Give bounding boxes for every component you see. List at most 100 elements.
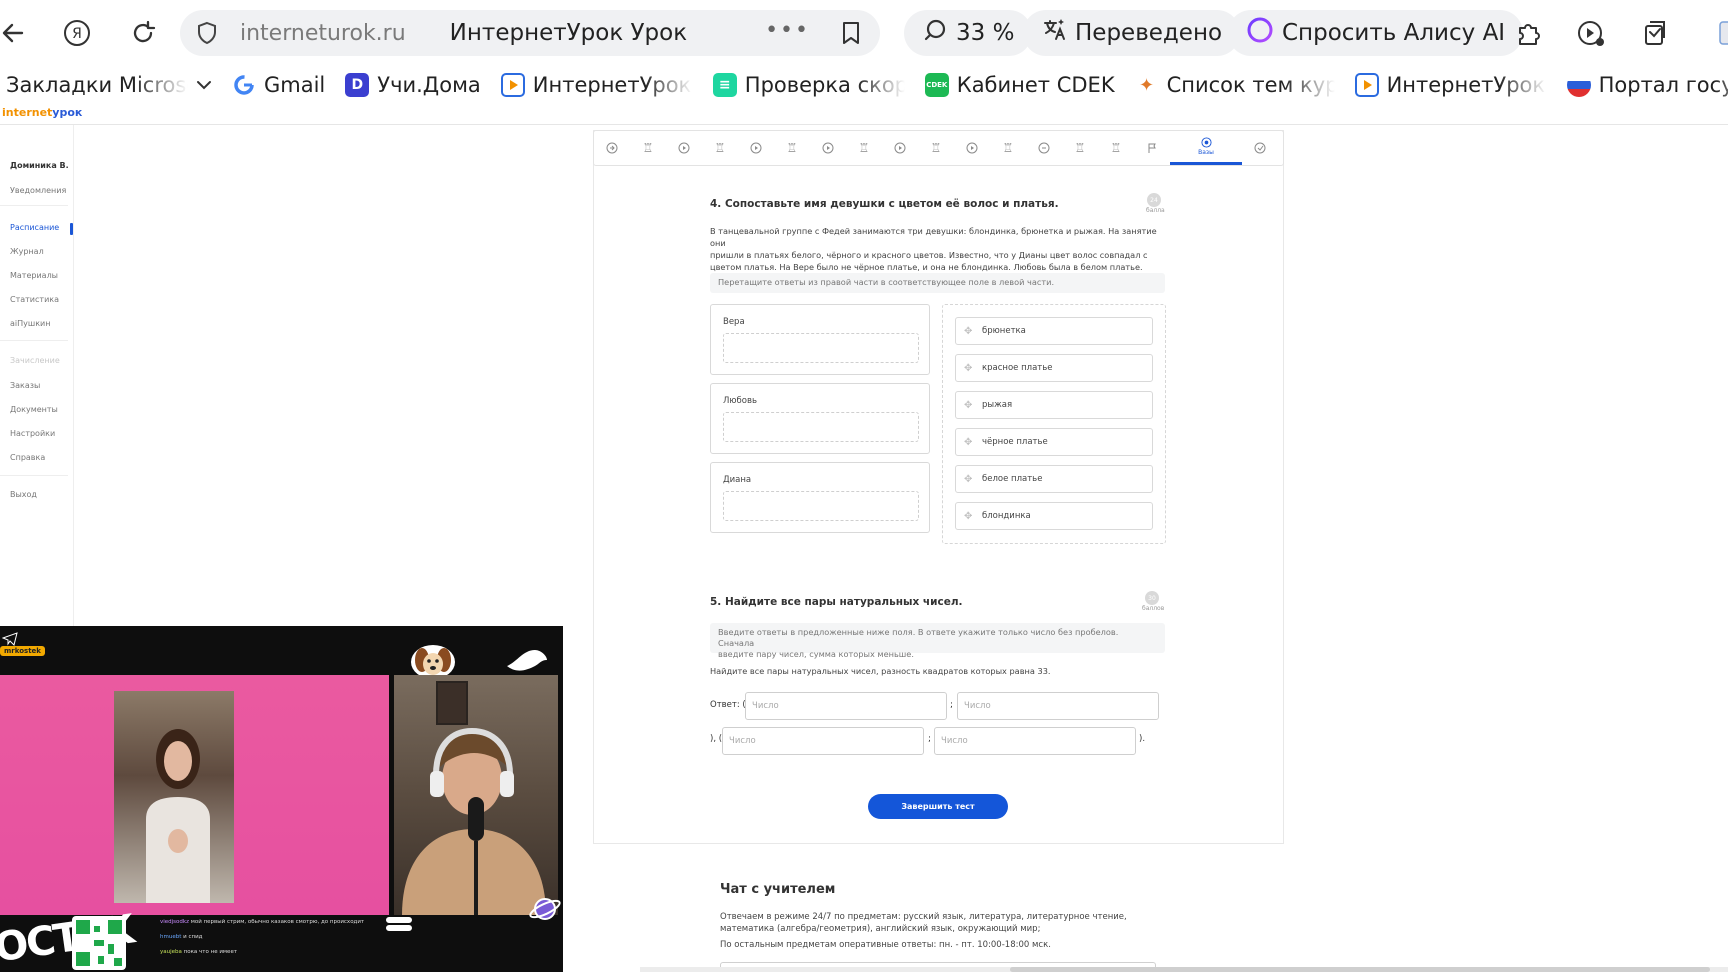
step-trophy-icon[interactable]: ♖ — [702, 131, 738, 165]
sidebar-item-orders[interactable]: Заказы — [10, 381, 40, 390]
answer-prefix: Ответ: ( — [710, 700, 746, 710]
chevron-down-icon[interactable] — [196, 76, 212, 95]
bookmark-label: Закладки Microsoft E — [6, 73, 188, 97]
sidebar-item-materials[interactable]: Материалы — [10, 271, 58, 280]
bookmark-interneturok-1[interactable]: ИнтернетУрок Ра — [500, 73, 693, 97]
answer-chip[interactable]: ✥ блондинка — [955, 502, 1153, 530]
pair-separator: ; — [928, 734, 932, 744]
bookmark-cdek[interactable]: CDEK Кабинет CDEK — [924, 73, 1115, 97]
sidebar-item-settings[interactable]: Настройки — [10, 429, 55, 438]
bookmark-label: Портал государст — [1598, 73, 1728, 97]
bookmark-gmail[interactable]: Gmail — [232, 73, 325, 97]
question-5-text: Найдите все пары натуральных чисел, разн… — [710, 666, 1051, 676]
bookmark-uchi[interactable]: D Учи.Дома — [345, 73, 481, 97]
page-title: ИнтернетУрок Урок — [449, 20, 688, 46]
step-trophy-icon[interactable]: ♖ — [1098, 131, 1134, 165]
number-input-4[interactable] — [934, 727, 1136, 755]
drop-slot[interactable] — [723, 333, 919, 363]
sidebar-item-documents[interactable]: Документы — [10, 405, 58, 414]
answer-label: брюнетка — [982, 326, 1026, 336]
step-chat-icon[interactable] — [1026, 131, 1062, 165]
question-4-points: 24 — [1147, 193, 1161, 207]
browser-toolbar: Я interneturok.ru ИнтернетУрок Урок ••• … — [0, 0, 1728, 66]
drop-slot[interactable] — [723, 412, 919, 442]
google-icon — [232, 73, 256, 97]
stream-chat-text: мой первый стрим, обычно казаков смотрю,… — [190, 919, 365, 925]
answer-chip[interactable]: ✥ красное платье — [955, 354, 1153, 382]
number-input-2[interactable] — [957, 692, 1159, 720]
answer-label: блондинка — [982, 511, 1031, 521]
step-finish-icon[interactable] — [1242, 131, 1278, 165]
profile-icon[interactable] — [1706, 14, 1728, 52]
answer-chip[interactable]: ✥ рыжая — [955, 391, 1153, 419]
address-bar[interactable]: interneturok.ru ИнтернетУрок Урок ••• — [180, 10, 880, 56]
drag-handle-icon[interactable]: ✥ — [964, 437, 978, 448]
bookmark-label: ИнтернетУрок Ра — [532, 73, 693, 97]
bookmark-course-topics[interactable]: ✦ Список тем курса — [1134, 73, 1335, 97]
extensions-icon[interactable] — [1510, 14, 1548, 52]
zoom-pill[interactable]: 33 % — [904, 10, 1033, 56]
answer-end: ). — [1139, 734, 1146, 744]
drag-handle-icon[interactable]: ✥ — [964, 400, 978, 411]
bookmark-interneturok-2[interactable]: ИнтернетУрок Ра — [1354, 73, 1547, 97]
drop-target-label: Любовь — [723, 396, 758, 406]
question-5-title: 5. Найдите все пары натуральных чисел. — [710, 596, 963, 608]
step-active[interactable]: Вазы — [1170, 131, 1242, 165]
translated-pill[interactable]: Переведено — [1023, 10, 1241, 56]
answer-chip[interactable]: ✥ белое платье — [955, 465, 1153, 493]
bookmark-speedtest[interactable]: ≡ Проверка скорос — [712, 73, 905, 97]
bookmark-icon[interactable] — [840, 20, 864, 46]
step-trophy-icon[interactable]: ♖ — [1062, 131, 1098, 165]
finish-test-button[interactable]: Завершить тест — [868, 794, 1008, 819]
alice-icon — [1246, 16, 1274, 50]
answer-chip[interactable]: ✥ брюнетка — [955, 317, 1153, 345]
drag-handle-icon[interactable]: ✥ — [964, 326, 978, 337]
drop-target-diana: Диана — [710, 462, 930, 533]
step-video-icon[interactable] — [666, 131, 702, 165]
answer-chip[interactable]: ✥ чёрное платье — [955, 428, 1153, 456]
drag-handle-icon[interactable]: ✥ — [964, 511, 978, 522]
number-input-3[interactable] — [722, 727, 924, 755]
yandex-icon[interactable]: Я — [58, 14, 96, 52]
sidebar-item-schedule[interactable]: Расписание — [10, 223, 59, 232]
sidebar-item-logout[interactable]: Выход — [10, 490, 37, 499]
step-video-icon[interactable] — [882, 131, 918, 165]
step-trophy-icon[interactable]: ♖ — [774, 131, 810, 165]
reload-icon[interactable] — [124, 14, 162, 52]
drop-slot[interactable] — [723, 491, 919, 521]
question-5-hint-line: введите пару чисел, сумма которых меньше… — [718, 649, 914, 659]
drag-handle-icon[interactable]: ✥ — [964, 474, 978, 485]
number-input-1[interactable] — [745, 692, 947, 720]
step-trophy-icon[interactable]: ♖ — [630, 131, 666, 165]
zoom-value: 33 % — [956, 20, 1015, 46]
alice-pill[interactable]: Спросить Алису AI — [1228, 10, 1524, 56]
sidebar-item-statistics[interactable]: Статистика — [10, 295, 59, 304]
sidebar-item-notifications[interactable]: Уведомления — [10, 186, 66, 195]
sidebar-item-journal[interactable]: Журнал — [10, 247, 44, 256]
webcam-guest — [114, 691, 234, 903]
planet-sticker — [528, 892, 562, 926]
step-video-icon[interactable] — [954, 131, 990, 165]
media-icon[interactable] — [1572, 14, 1610, 52]
back-icon[interactable] — [0, 14, 32, 52]
collections-icon[interactable] — [1636, 14, 1674, 52]
step-trophy-icon[interactable]: ♖ — [846, 131, 882, 165]
bookmark-folder-microsoft[interactable]: Закладки Microsoft E — [6, 73, 212, 97]
step-video-icon[interactable] — [810, 131, 846, 165]
step-start-icon[interactable] — [594, 131, 630, 165]
more-icon[interactable]: ••• — [765, 18, 810, 43]
sidebar-user[interactable]: Доминика В. — [10, 161, 69, 170]
step-video-icon[interactable] — [738, 131, 774, 165]
site-logo[interactable]: internetурок — [2, 106, 82, 119]
bookmark-gosuslugi[interactable]: Портал государст — [1566, 73, 1728, 97]
step-trophy-icon[interactable]: ♖ — [990, 131, 1026, 165]
step-trophy-icon[interactable]: ♖ — [918, 131, 954, 165]
question-4-text-line: пришли в платьях белого, чёрного и красн… — [710, 250, 1148, 260]
webcam-streamer — [394, 675, 558, 915]
horizontal-scrollbar-thumb[interactable] — [1010, 967, 1710, 972]
sidebar-item-help[interactable]: Справка — [10, 453, 45, 462]
step-flag-icon[interactable] — [1134, 131, 1170, 165]
drag-handle-icon[interactable]: ✥ — [964, 363, 978, 374]
shield-icon[interactable] — [194, 20, 220, 46]
sidebar-item-aipushkin[interactable]: aiПушкин — [10, 319, 50, 328]
